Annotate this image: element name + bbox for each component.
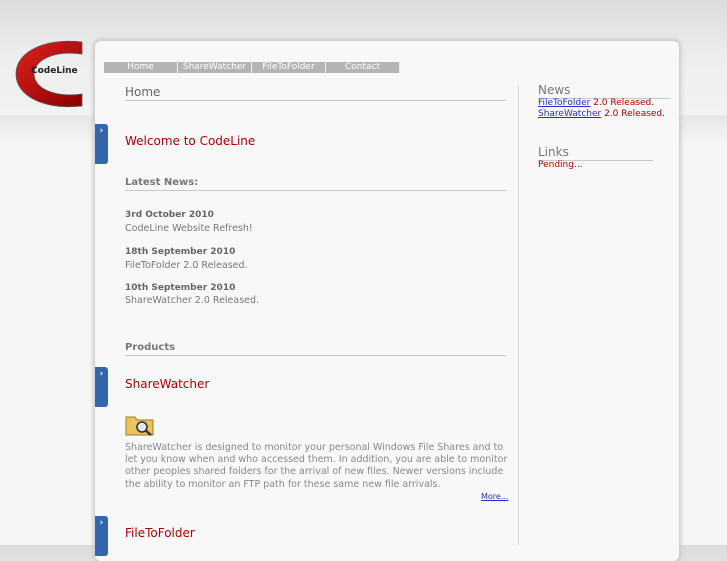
title-divider	[125, 100, 506, 101]
product-title-filetofolder: FileToFolder	[125, 526, 195, 540]
section-tab-filetofolder: ›	[95, 516, 108, 556]
sidebar-news-item: FileToFolder 2.0 Released.	[538, 98, 654, 108]
news-date: 18th September 2010	[125, 247, 236, 257]
sidebar-news-title: News	[538, 83, 571, 97]
product-description: ShareWatcher is designed to monitor your…	[125, 442, 508, 490]
nav-home[interactable]: Home	[104, 62, 178, 73]
nav-sharewatcher[interactable]: ShareWatcher	[178, 62, 252, 73]
sidebar-news-text: 2.0 Released.	[601, 109, 666, 119]
nav-filetofolder[interactable]: FileToFolder	[252, 62, 326, 73]
nav-contact[interactable]: Contact	[326, 62, 400, 73]
news-text: ShareWatcher 2.0 Released.	[125, 295, 260, 306]
sidebar-news-link[interactable]: FileToFolder	[538, 98, 590, 108]
news-date: 10th September 2010	[125, 283, 236, 293]
sidebar-news-item: ShareWatcher 2.0 Released.	[538, 109, 665, 119]
sidebar-links-text: Pending...	[538, 160, 583, 170]
latest-news-label: Latest News:	[125, 177, 199, 188]
section-tab-welcome: ›	[95, 124, 108, 164]
product-title-sharewatcher: ShareWatcher	[125, 377, 210, 391]
news-divider	[125, 190, 506, 191]
news-text: FileToFolder 2.0 Released.	[125, 260, 248, 271]
welcome-heading: Welcome to CodeLine	[125, 134, 256, 148]
news-text: CodeLine Website Refresh!	[125, 223, 253, 234]
sidebar-news-link[interactable]: ShareWatcher	[538, 109, 601, 119]
sidebar-news-text: 2.0 Released.	[590, 98, 655, 108]
main-nav: Home ShareWatcher FileToFolder Contact	[104, 62, 400, 73]
section-tab-sharewatcher: ›	[95, 367, 108, 407]
products-label: Products	[125, 342, 176, 353]
more-link[interactable]: More...	[481, 492, 508, 501]
chevron-right-icon: ›	[99, 126, 104, 136]
products-divider	[125, 355, 506, 356]
chevron-right-icon: ›	[99, 369, 104, 379]
folder-search-icon	[125, 416, 154, 436]
page-title: Home	[125, 85, 161, 99]
sidebar-links-title: Links	[538, 145, 569, 159]
chevron-right-icon: ›	[99, 518, 104, 528]
sidebar-divider	[518, 85, 519, 545]
news-date: 3rd October 2010	[125, 210, 214, 220]
logo-text: CodeLine	[31, 66, 78, 76]
